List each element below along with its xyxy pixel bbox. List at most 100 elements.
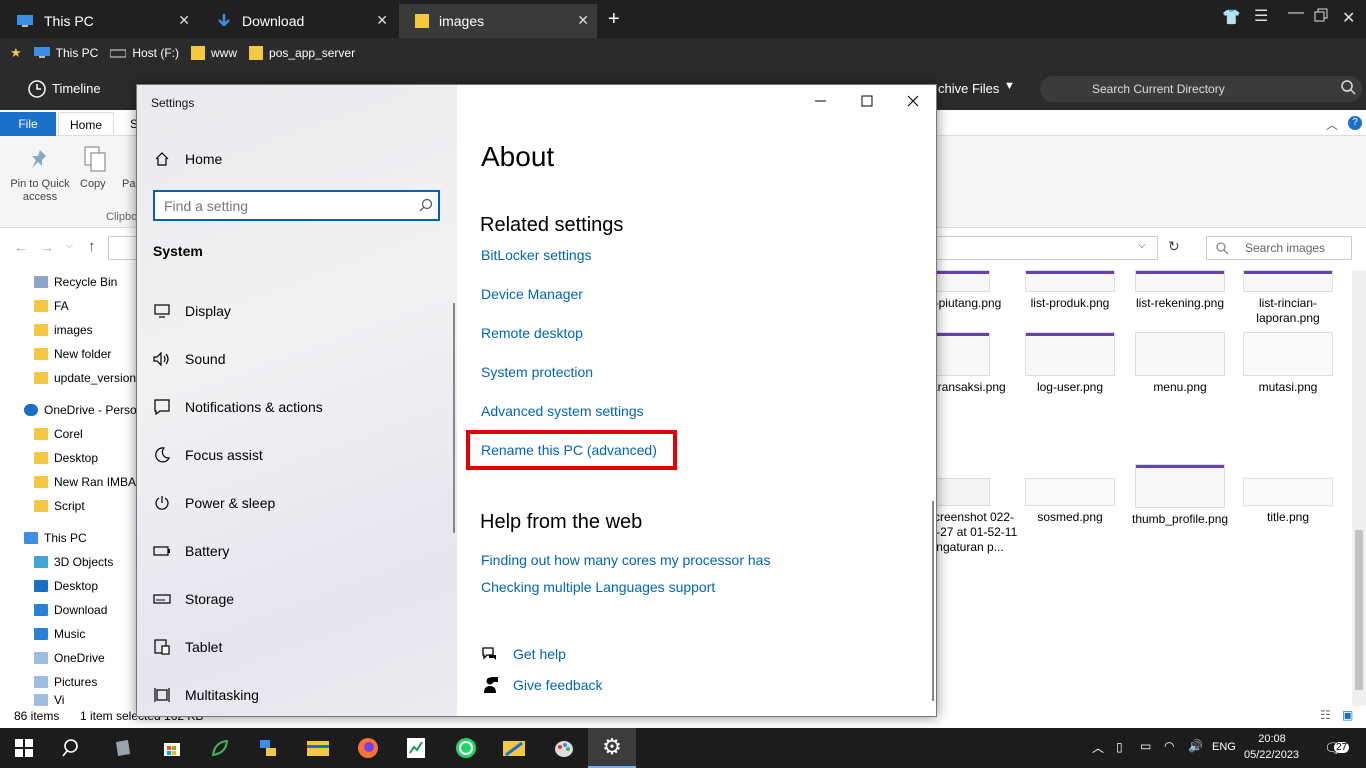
shirt-icon[interactable]: 👕 bbox=[1222, 8, 1241, 26]
nav-item[interactable]: Corel bbox=[34, 423, 83, 445]
nav-item[interactable]: Download bbox=[34, 599, 107, 621]
taskbar-app-store[interactable] bbox=[148, 728, 196, 768]
find-setting-input[interactable] bbox=[164, 197, 404, 214]
chevron-down-icon[interactable]: ▼ bbox=[1004, 80, 1015, 92]
taskbar-app-spreadsheet[interactable] bbox=[392, 728, 440, 768]
volume-icon[interactable]: 🔊 bbox=[1188, 739, 1203, 753]
taskbar-app-green[interactable] bbox=[196, 728, 244, 768]
bookmark-pos-app-server[interactable]: pos_app_server bbox=[249, 45, 355, 61]
taskbar-app-paint[interactable] bbox=[540, 728, 588, 768]
taskbar-app-folder-zip[interactable] bbox=[490, 728, 538, 768]
close-tab-icon[interactable]: ✕ bbox=[178, 12, 190, 29]
copy-button[interactable]: Copy bbox=[80, 178, 106, 190]
sidebar-item-storage[interactable]: Storage bbox=[153, 579, 234, 619]
large-icons-view-icon[interactable]: ▣ bbox=[1342, 708, 1353, 722]
file-list-scrollbar[interactable] bbox=[1352, 270, 1366, 706]
tab-images[interactable]: images ✕ bbox=[399, 4, 597, 38]
taskbar-app-whatsapp[interactable] bbox=[442, 728, 490, 768]
taskbar-app-task-view[interactable] bbox=[98, 728, 146, 768]
nav-item[interactable]: Vi bbox=[34, 693, 64, 707]
advanced-system-settings-link[interactable]: Advanced system settings bbox=[481, 403, 644, 419]
bitlocker-settings-link[interactable]: BitLocker settings bbox=[481, 247, 592, 263]
clock-time[interactable]: 20:08 bbox=[1248, 733, 1296, 745]
close-window-icon[interactable]: ✕ bbox=[1342, 8, 1355, 28]
nav-item[interactable]: 3D Objects bbox=[34, 551, 113, 573]
file-item[interactable]: list-rincian-laporan.png bbox=[1240, 270, 1336, 326]
help-icon[interactable]: ? bbox=[1348, 116, 1362, 130]
sidebar-item-sound[interactable]: Sound bbox=[153, 339, 225, 379]
find-setting-search[interactable] bbox=[153, 190, 440, 221]
nav-item[interactable]: Desktop bbox=[34, 575, 98, 597]
nav-item[interactable]: New folder bbox=[34, 343, 111, 365]
nav-item[interactable]: Music bbox=[34, 623, 85, 645]
bookmark-host-f[interactable]: Host (F:) bbox=[110, 46, 179, 60]
nav-item[interactable]: Script bbox=[34, 495, 85, 517]
pin-to-quick-access-button[interactable]: Pin to Quick access bbox=[6, 178, 74, 204]
file-item[interactable]: list-rekening.png bbox=[1132, 270, 1228, 311]
taskbar-app-network[interactable] bbox=[244, 728, 292, 768]
sidebar-scrollbar[interactable] bbox=[453, 303, 455, 533]
sidebar-item-battery[interactable]: Battery bbox=[153, 531, 229, 571]
chevron-down-icon[interactable]: ⌵ bbox=[1138, 240, 1146, 251]
file-item[interactable]: list-produk.png bbox=[1022, 270, 1118, 311]
file-item[interactable]: log-user.png bbox=[1022, 332, 1118, 395]
paste-button[interactable]: Pa bbox=[122, 178, 135, 190]
taskbar-app-file-explorer[interactable] bbox=[294, 728, 342, 768]
bookmark-this-pc[interactable]: This PC bbox=[33, 46, 98, 60]
sidebar-item-focus-assist[interactable]: Focus assist bbox=[153, 435, 263, 475]
start-button[interactable] bbox=[0, 728, 48, 768]
device-manager-link[interactable]: Device Manager bbox=[481, 286, 583, 302]
remote-desktop-link[interactable]: Remote desktop bbox=[481, 325, 583, 341]
menu-icon[interactable]: ☰ bbox=[1254, 6, 1268, 26]
tab-file[interactable]: File bbox=[0, 112, 56, 136]
taskbar-app-firefox[interactable] bbox=[344, 728, 392, 768]
wifi-icon[interactable]: ◠ bbox=[1164, 739, 1174, 753]
nav-item[interactable]: FA bbox=[34, 295, 69, 317]
close-tab-icon[interactable]: ✕ bbox=[577, 12, 589, 29]
sidebar-item-display[interactable]: Display bbox=[153, 291, 231, 331]
nav-item[interactable]: Recycle Bin bbox=[34, 271, 117, 293]
timeline-button[interactable]: Timeline bbox=[52, 81, 101, 96]
notification-center-button[interactable]: 🗨 27 bbox=[1324, 740, 1350, 758]
collapse-ribbon-icon[interactable]: ︿ bbox=[1326, 116, 1338, 133]
file-item[interactable]: menu.png bbox=[1132, 332, 1228, 395]
sidebar-item-multitasking[interactable]: Multitasking bbox=[153, 675, 259, 715]
nav-item[interactable]: update_version bbox=[34, 367, 136, 389]
content-scrollbar[interactable] bbox=[932, 501, 934, 701]
clock-date[interactable]: 05/22/2023 bbox=[1244, 749, 1299, 761]
languages-help-link[interactable]: Checking multiple Languages support bbox=[481, 579, 715, 595]
nav-item[interactable]: Pictures bbox=[34, 671, 97, 693]
forward-icon[interactable]: → bbox=[40, 239, 54, 255]
language-indicator[interactable]: ENG bbox=[1212, 741, 1236, 753]
nav-item[interactable]: New Ran IMBA bbox=[34, 471, 136, 493]
bookmark-www[interactable]: www bbox=[191, 45, 237, 61]
scrollbar-thumb[interactable] bbox=[1355, 530, 1363, 690]
nav-item[interactable]: OneDrive bbox=[34, 647, 105, 669]
nav-item[interactable]: OneDrive - Perso bbox=[24, 399, 137, 421]
nav-item[interactable]: This PC bbox=[24, 527, 87, 549]
sidebar-item-tablet[interactable]: Tablet bbox=[153, 627, 222, 667]
meet-now-icon[interactable]: ▯ bbox=[1116, 740, 1123, 754]
up-icon[interactable]: ↑ bbox=[88, 238, 96, 255]
battery-icon[interactable]: ▭ bbox=[1140, 739, 1151, 753]
restore-icon[interactable] bbox=[1314, 8, 1328, 22]
file-item[interactable]: thumb_profile.png bbox=[1132, 464, 1228, 527]
file-item[interactable]: title.png bbox=[1240, 478, 1336, 525]
search-current-directory[interactable]: Search Current Directory bbox=[1040, 76, 1362, 102]
close-tab-icon[interactable]: ✕ bbox=[376, 12, 388, 29]
sidebar-item-home[interactable]: Home bbox=[153, 139, 222, 179]
search-button[interactable] bbox=[48, 728, 96, 768]
tab-this-pc[interactable]: This PC ✕ bbox=[0, 4, 198, 38]
maximize-button[interactable] bbox=[844, 85, 890, 117]
tab-download[interactable]: Download ✕ bbox=[200, 4, 396, 38]
nav-item[interactable]: images bbox=[34, 319, 93, 341]
nav-item[interactable]: Desktop bbox=[34, 447, 98, 469]
chevron-down-icon[interactable]: ⌵ bbox=[66, 240, 73, 251]
minimize-icon[interactable]: — bbox=[1288, 4, 1304, 22]
tab-home[interactable]: Home bbox=[58, 112, 114, 136]
chevron-up-icon[interactable]: ︿ bbox=[1092, 739, 1104, 756]
details-view-icon[interactable]: ☷ bbox=[1320, 708, 1331, 722]
file-item[interactable]: mutasi.png bbox=[1240, 332, 1336, 395]
give-feedback-link[interactable]: Give feedback bbox=[481, 676, 603, 694]
search-images-input[interactable]: Search images bbox=[1206, 236, 1352, 260]
